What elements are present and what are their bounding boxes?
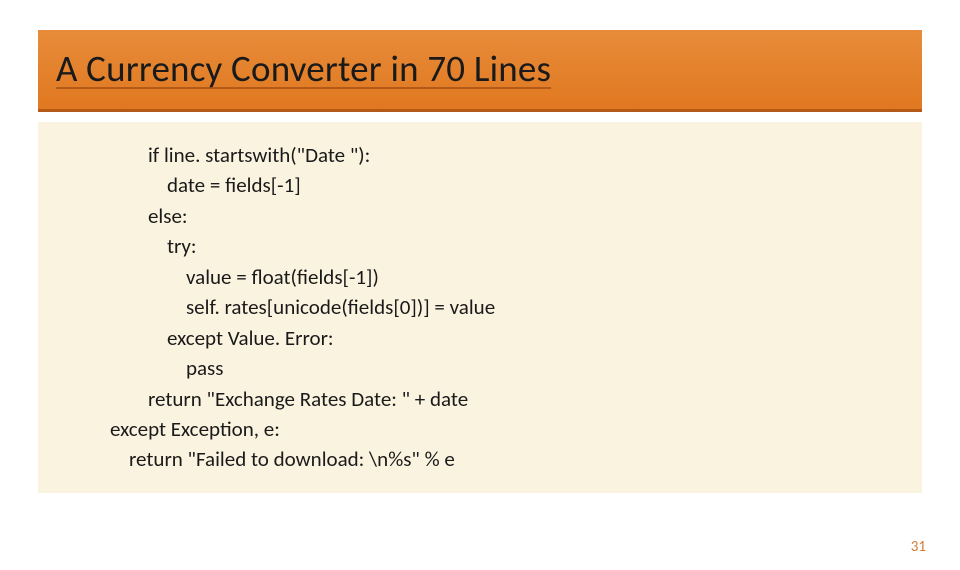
slide-title-bar: A Currency Converter in 70 Lines (38, 30, 922, 112)
code-line: return "Failed to download: \n%s" % e (110, 444, 902, 474)
code-line: self. rates[unicode(fields[0])] = value (110, 292, 902, 322)
code-line: date = fields[-1] (110, 170, 902, 200)
code-line: try: (110, 231, 902, 261)
code-snippet: if line. startswith("Date "): date = fie… (38, 122, 922, 493)
code-line: else: (110, 201, 902, 231)
code-line: return "Exchange Rates Date: " + date (110, 384, 902, 414)
code-line: except Exception, e: (110, 414, 902, 444)
code-line: value = float(fields[-1]) (110, 262, 902, 292)
slide-title: A Currency Converter in 70 Lines (56, 46, 904, 91)
page-number: 31 (911, 538, 926, 556)
code-line: except Value. Error: (110, 323, 902, 353)
code-line: if line. startswith("Date "): (110, 140, 902, 170)
code-line: pass (110, 353, 902, 383)
